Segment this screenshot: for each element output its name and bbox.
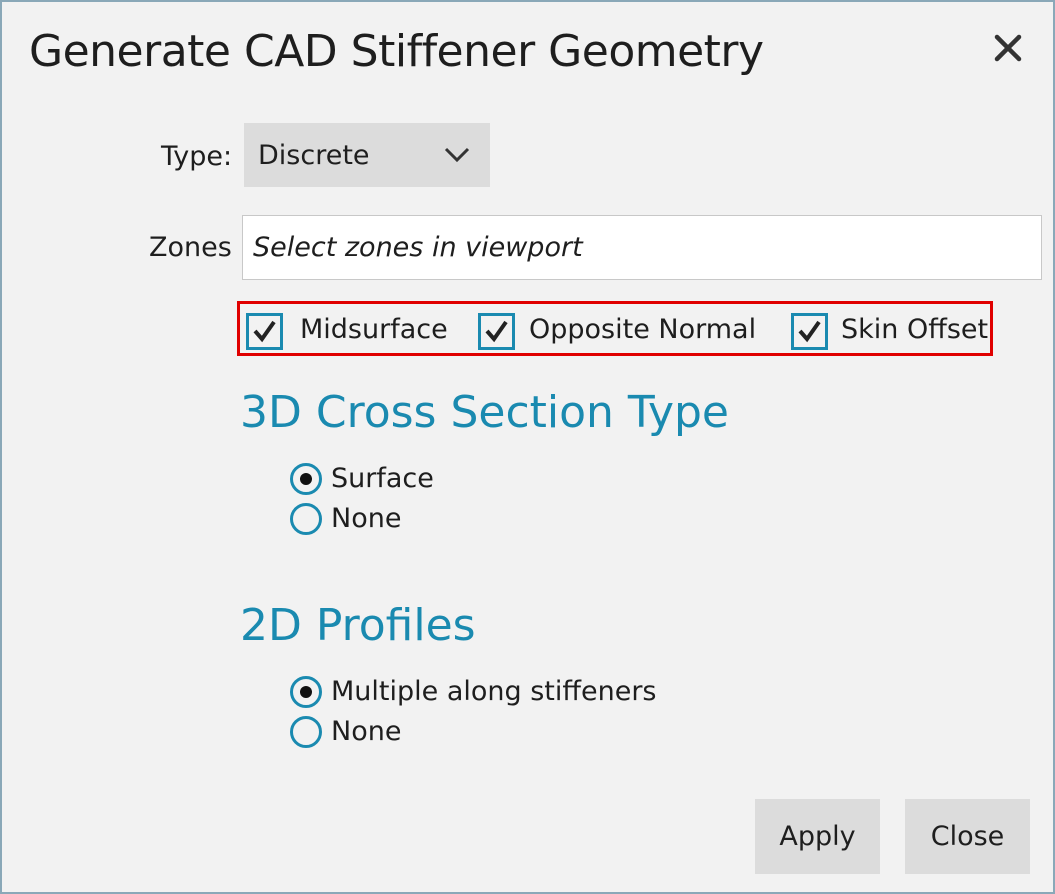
profiles-multiple-label: Multiple along stiffeners (331, 676, 657, 707)
cross-section-surface-radio[interactable]: Surface (290, 461, 490, 497)
opposite-normal-checkbox[interactable]: Opposite Normal (478, 304, 763, 353)
cross-section-heading: 3D Cross Section Type (240, 387, 729, 438)
cross-section-none-radio[interactable]: None (290, 501, 490, 537)
checkmark-icon (485, 320, 508, 343)
radio-circle (290, 676, 322, 708)
cross-section-none-label: None (331, 503, 402, 534)
checkbox-box (246, 313, 283, 350)
midsurface-label: Midsurface (300, 314, 448, 345)
profiles-heading: 2D Profiles (240, 600, 476, 651)
radio-circle (290, 503, 322, 535)
cross-section-surface-label: Surface (331, 463, 434, 494)
dialog-title: Generate CAD Stiffener Geometry (29, 26, 764, 77)
radio-selected-dot (300, 473, 312, 485)
radio-selected-dot (300, 686, 312, 698)
close-button[interactable]: Close (905, 799, 1030, 874)
skin-offset-checkbox[interactable]: Skin Offset (791, 304, 990, 353)
profiles-none-label: None (331, 716, 402, 747)
checkbox-box (478, 313, 515, 350)
apply-button[interactable]: Apply (755, 799, 880, 874)
profiles-multiple-radio[interactable]: Multiple along stiffeners (290, 674, 710, 710)
checkmark-icon (253, 320, 276, 343)
type-selected-value: Discrete (258, 140, 370, 171)
radio-circle (290, 463, 322, 495)
generate-cad-stiffener-dialog: Generate CAD Stiffener Geometry Type: Di… (0, 0, 1055, 894)
midsurface-checkbox[interactable]: Midsurface (246, 304, 451, 353)
checkmark-icon (798, 320, 821, 343)
profiles-none-radio[interactable]: None (290, 714, 490, 750)
skin-offset-label: Skin Offset (841, 314, 989, 345)
radio-circle (290, 716, 322, 748)
zones-label: Zones (149, 232, 232, 263)
opposite-normal-label: Opposite Normal (529, 314, 757, 345)
surface-options-group: Midsurface Opposite Normal Skin Offset (237, 301, 993, 356)
type-label: Type: (161, 141, 233, 172)
checkbox-box (791, 313, 828, 350)
chevron-down-icon (443, 143, 471, 169)
zones-input[interactable]: Select zones in viewport (242, 215, 1042, 280)
close-icon[interactable] (990, 30, 1026, 66)
type-dropdown[interactable]: Discrete (244, 123, 490, 187)
